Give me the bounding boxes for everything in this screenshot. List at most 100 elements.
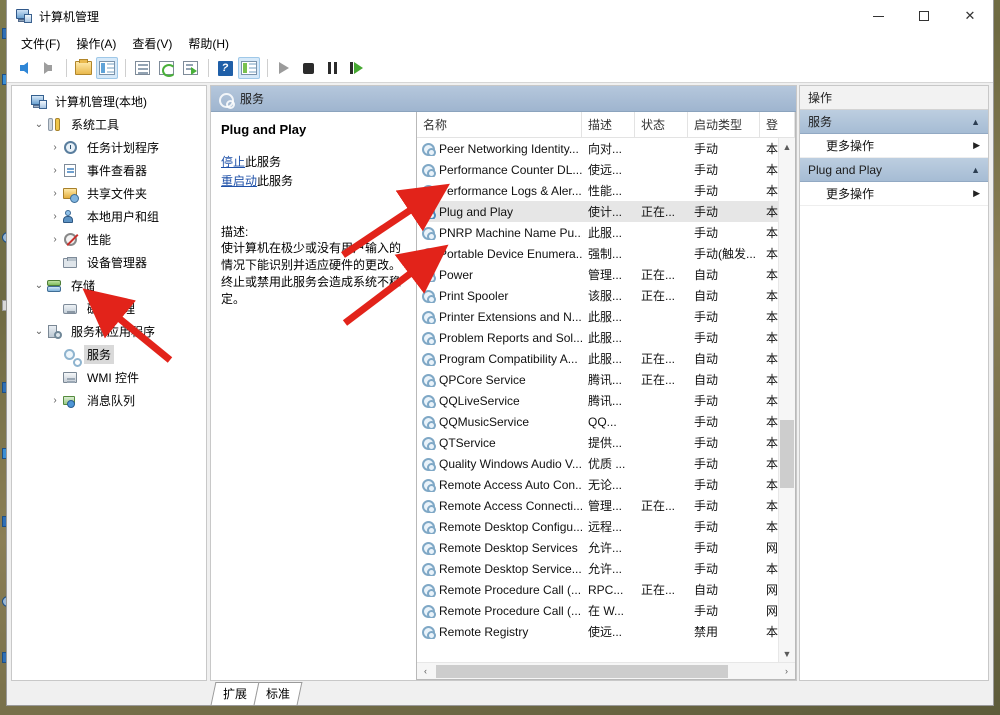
tree-item-13[interactable]: › 消息队列 [12, 389, 206, 412]
chevron-down-icon[interactable]: ⌄ [32, 326, 46, 337]
back-icon[interactable] [13, 57, 35, 79]
cell-name: Quality Windows Audio V... [417, 457, 582, 471]
tree-item-2[interactable]: › 任务计划程序 [12, 136, 206, 159]
tree-item-label: 服务 [84, 345, 115, 364]
show-action-pane-icon[interactable] [238, 57, 260, 79]
chevron-down-icon[interactable]: ⌄ [32, 119, 46, 130]
export-list-icon[interactable] [179, 57, 201, 79]
tree-item-3[interactable]: › 事件查看器 [12, 159, 206, 182]
table-row[interactable]: QQLiveService 腾讯... 手动 本 [417, 390, 778, 411]
start-service-icon[interactable] [273, 57, 295, 79]
horizontal-scroll-track[interactable] [434, 663, 778, 680]
scroll-down-icon[interactable]: ▼ [779, 645, 795, 662]
menu-view[interactable]: 查看(V) [126, 33, 182, 54]
table-row[interactable]: Performance Counter DL... 使远... 手动 本 [417, 159, 778, 180]
table-row[interactable]: Quality Windows Audio V... 优质 ... 手动 本 [417, 453, 778, 474]
table-row[interactable]: Remote Desktop Services 允许... 手动 网 [417, 537, 778, 558]
vertical-scroll-thumb[interactable] [780, 420, 794, 488]
table-row[interactable]: Remote Registry 使远... 禁用 本 [417, 621, 778, 642]
scroll-left-icon[interactable]: ‹ [417, 662, 434, 679]
cell-description: 优质 ... [588, 457, 626, 471]
table-row[interactable]: Program Compatibility A... 此服... 正在... 自动 本 [417, 348, 778, 369]
horizontal-scrollbar[interactable]: ‹ › [417, 662, 795, 679]
maximize-button[interactable] [901, 0, 947, 32]
table-row[interactable]: Printer Extensions and N... 此服... 手动 本 [417, 306, 778, 327]
tree-item-1[interactable]: ⌄ 系统工具 [12, 113, 206, 136]
column-header-startup-type[interactable]: 启动类型 [688, 112, 760, 137]
actions-more-actions-services-label: 更多操作 [826, 139, 875, 153]
menu-action[interactable]: 操作(A) [70, 33, 126, 54]
actions-more-actions-services[interactable]: 更多操作 ▶ [800, 134, 988, 158]
pause-service-icon[interactable] [321, 57, 343, 79]
chevron-down-icon[interactable]: ⌄ [32, 280, 46, 291]
chevron-right-icon[interactable]: › [48, 165, 62, 176]
scroll-up-icon[interactable]: ▲ [779, 138, 795, 155]
refresh-icon[interactable] [155, 57, 177, 79]
tree-item-0[interactable]: 计算机管理(本地) [12, 90, 206, 113]
close-button[interactable]: ✕ [947, 0, 993, 32]
tree-item-9[interactable]: 磁盘管理 [12, 297, 206, 320]
horizontal-scroll-thumb[interactable] [436, 664, 728, 678]
tree-item-8[interactable]: ⌄ 存储 [12, 274, 206, 297]
vertical-scroll-track[interactable] [779, 155, 795, 645]
tree-item-11[interactable]: 服务 [12, 343, 206, 367]
scroll-right-icon[interactable]: › [778, 662, 795, 679]
restart-service-link[interactable]: 重启动 [221, 174, 257, 188]
actions-group-services-header[interactable]: 服务 ▲ [800, 110, 988, 134]
chevron-right-icon[interactable]: › [48, 142, 62, 153]
tree-item-4[interactable]: › 共享文件夹 [12, 182, 206, 205]
toolbar: ? [7, 54, 993, 83]
column-header-description[interactable]: 描述 [582, 112, 635, 137]
table-row[interactable]: Power 管理... 正在... 自动 本 [417, 264, 778, 285]
table-row[interactable]: Remote Procedure Call (... 在 W... 手动 网 [417, 600, 778, 621]
chevron-right-icon[interactable]: › [48, 395, 62, 406]
tab-standard[interactable]: 标准 [253, 682, 303, 705]
chevron-right-icon[interactable]: › [48, 211, 62, 222]
column-header-logon-as[interactable]: 登 [760, 112, 795, 137]
restart-service-icon[interactable] [345, 57, 367, 79]
cell-description: RPC... [588, 582, 624, 597]
table-row[interactable]: Performance Logs & Aler... 性能... 手动 本 [417, 180, 778, 201]
help-icon[interactable]: ? [214, 57, 236, 79]
tree-item-6[interactable]: › 性能 [12, 228, 206, 251]
table-row[interactable]: Remote Desktop Service... 允许... 手动 本 [417, 558, 778, 579]
vertical-scrollbar[interactable]: ▲ ▼ [778, 138, 795, 662]
table-row[interactable]: Plug and Play 使计... 正在... 手动 本 [417, 201, 778, 222]
minimize-button[interactable] [855, 0, 901, 32]
computer-icon [30, 94, 48, 110]
menu-file[interactable]: 文件(F) [15, 33, 70, 54]
show-hide-tree-icon[interactable] [96, 57, 118, 79]
table-row[interactable]: QPCore Service 腾讯... 正在... 自动 本 [417, 369, 778, 390]
cell-status: 正在... [641, 499, 676, 513]
table-row[interactable]: Remote Access Connecti... 管理... 正在... 手动 本 [417, 495, 778, 516]
forward-icon[interactable] [37, 57, 59, 79]
actions-group-plug-and-play-header[interactable]: Plug and Play ▲ [800, 158, 988, 182]
table-row[interactable]: QTService 提供... 手动 本 [417, 432, 778, 453]
tree-item-5[interactable]: › 本地用户和组 [12, 205, 206, 228]
table-row[interactable]: Portable Device Enumera... 强制... 手动(触发... 本 [417, 243, 778, 264]
menu-help[interactable]: 帮助(H) [182, 33, 239, 54]
tree-item-10[interactable]: ⌄ 服务和应用程序 [12, 320, 206, 343]
table-row[interactable]: Remote Desktop Configu... 远程... 手动 本 [417, 516, 778, 537]
tab-extended[interactable]: 扩展 [210, 682, 260, 705]
up-folder-icon[interactable] [72, 57, 94, 79]
stop-service-icon[interactable] [297, 57, 319, 79]
table-row[interactable]: Remote Procedure Call (... RPC... 正在... 自动 网 [417, 579, 778, 600]
table-row[interactable]: Print Spooler 该服... 正在... 自动 本 [417, 285, 778, 306]
table-row[interactable]: PNRP Machine Name Pu... 此服... 手动 本 [417, 222, 778, 243]
tree-item-7[interactable]: 设备管理器 [12, 251, 206, 274]
properties-icon[interactable] [131, 57, 153, 79]
table-row[interactable]: QQMusicService QQ... 手动 本 [417, 411, 778, 432]
table-row[interactable]: Remote Access Auto Con... 无论... 手动 本 [417, 474, 778, 495]
column-header-status[interactable]: 状态 [635, 112, 688, 137]
column-header-name[interactable]: 名称 [417, 112, 582, 137]
table-row[interactable]: Peer Networking Identity... 向对... 手动 本 [417, 138, 778, 159]
toolbar-separator [208, 59, 209, 77]
tree-item-label: 事件查看器 [87, 164, 148, 178]
actions-more-actions-plug-and-play[interactable]: 更多操作 ▶ [800, 182, 988, 206]
tree-item-12[interactable]: WMI 控件 [12, 366, 206, 389]
chevron-right-icon[interactable]: › [48, 234, 62, 245]
chevron-right-icon[interactable]: › [48, 188, 62, 199]
table-row[interactable]: Problem Reports and Sol... 此服... 手动 本 [417, 327, 778, 348]
stop-service-link[interactable]: 停止 [221, 155, 245, 169]
